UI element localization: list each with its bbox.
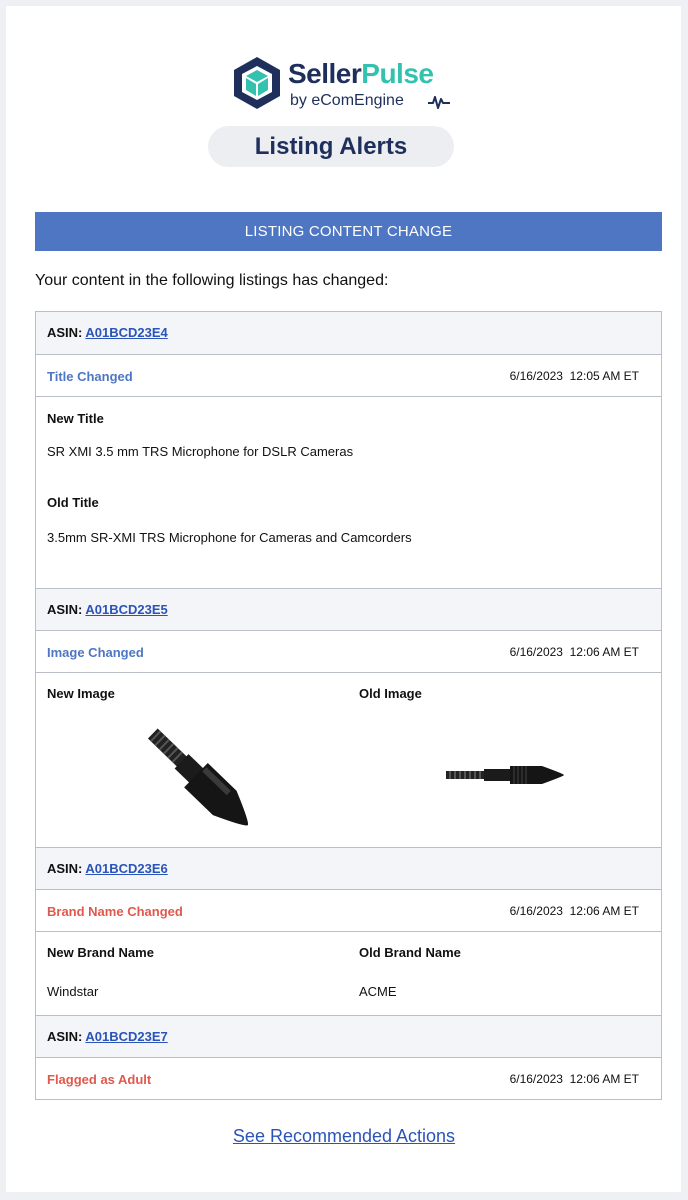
image-change-details: New Image Old Image (36, 672, 661, 847)
brand-change-details: New Brand Name Old Brand Name Windstar A… (36, 931, 661, 1015)
new-product-image (147, 728, 249, 826)
change-timestamp: 6/16/2023 12:05 AM ET (509, 369, 639, 383)
change-type: Flagged as Adult (47, 1072, 152, 1087)
asin-label: ASIN: A01BCD23E5 (47, 602, 168, 617)
intro-text: Your content in the following listings h… (35, 272, 389, 289)
change-type: Image Changed (47, 645, 144, 660)
change-type: Title Changed (47, 369, 133, 384)
see-recommended-actions-link[interactable]: See Recommended Actions (0, 1126, 688, 1147)
old-title-label: Old Title (47, 495, 99, 510)
new-brand-value: Windstar (47, 984, 99, 999)
change-timestamp: 6/16/2023 12:06 AM ET (509, 904, 639, 918)
title-change-details: New Title SR XMI 3.5 mm TRS Microphone f… (36, 396, 661, 588)
brand-name: SellerPulse (288, 58, 434, 89)
asin-link[interactable]: A01BCD23E4 (85, 325, 167, 340)
old-image-label: Old Image (359, 686, 422, 701)
asin-row: ASIN: A01BCD23E7 (36, 1015, 661, 1057)
asin-link[interactable]: A01BCD23E7 (85, 1029, 167, 1044)
change-type: Brand Name Changed (47, 904, 183, 919)
change-row: Brand Name Changed 6/16/2023 12:06 AM ET (36, 889, 661, 931)
page-title: Listing Alerts (208, 126, 454, 167)
change-timestamp: 6/16/2023 12:06 AM ET (509, 1072, 639, 1086)
asin-label: ASIN: A01BCD23E7 (47, 1029, 168, 1044)
old-title-value: 3.5mm SR-XMI TRS Microphone for Cameras … (47, 530, 412, 545)
old-brand-value: ACME (359, 984, 397, 999)
new-title-label: New Title (47, 411, 104, 426)
pulse-wave-icon (428, 96, 450, 109)
old-brand-label: Old Brand Name (359, 945, 461, 960)
asin-link[interactable]: A01BCD23E6 (85, 861, 167, 876)
new-title-value: SR XMI 3.5 mm TRS Microphone for DSLR Ca… (47, 444, 354, 459)
alerts-table: ASIN: A01BCD23E4 Title Changed 6/16/2023 … (35, 311, 662, 1100)
new-brand-label: New Brand Name (47, 945, 154, 960)
old-product-image (446, 766, 564, 784)
asin-row: ASIN: A01BCD23E6 (36, 847, 661, 889)
change-row: Title Changed 6/16/2023 12:05 AM ET (36, 354, 661, 396)
email-card: SellerPulse by eComEngine Listing Alerts… (6, 6, 681, 1192)
new-image-label: New Image (47, 686, 115, 701)
cube-hexagon-icon (234, 57, 280, 109)
asin-row: ASIN: A01BCD23E5 (36, 588, 661, 630)
change-row: Image Changed 6/16/2023 12:06 AM ET (36, 630, 661, 672)
asin-label: ASIN: A01BCD23E6 (47, 861, 168, 876)
change-row: Flagged as Adult 6/16/2023 12:06 AM ET (36, 1057, 661, 1099)
change-timestamp: 6/16/2023 12:06 AM ET (509, 645, 639, 659)
section-banner: LISTING CONTENT CHANGE (35, 212, 662, 251)
asin-label: ASIN: A01BCD23E4 (47, 325, 168, 340)
asin-row: ASIN: A01BCD23E4 (36, 312, 661, 354)
sellerpulse-logo: SellerPulse by eComEngine (230, 56, 460, 116)
asin-link[interactable]: A01BCD23E5 (85, 602, 167, 617)
brand-tagline: by eComEngine (290, 92, 404, 109)
